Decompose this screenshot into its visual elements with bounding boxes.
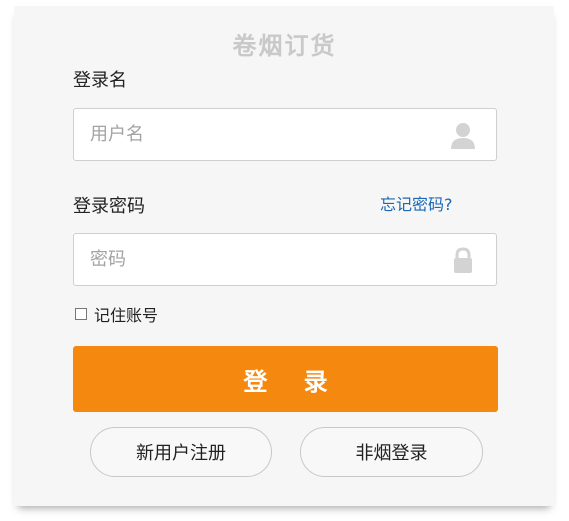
user-icon [451,123,475,149]
password-input[interactable] [74,234,450,285]
remember-account-label: 记住账号 [94,306,159,325]
password-field-container [73,233,497,286]
username-field-container [73,108,497,161]
username-input[interactable] [74,109,450,160]
remember-account-checkbox[interactable] [75,308,87,320]
username-label: 登录名 [73,70,127,91]
register-button[interactable]: 新用户注册 [90,427,272,477]
password-label: 登录密码 [73,196,145,217]
remember-account-option[interactable]: 记住账号 [75,302,158,326]
login-button[interactable]: 登 录 [73,346,498,412]
lock-icon [454,247,472,273]
page-title: 卷烟订货 [232,32,337,60]
forgot-password-link[interactable]: 忘记密码? [380,191,453,215]
non-cigarette-login-button[interactable]: 非烟登录 [300,427,483,477]
